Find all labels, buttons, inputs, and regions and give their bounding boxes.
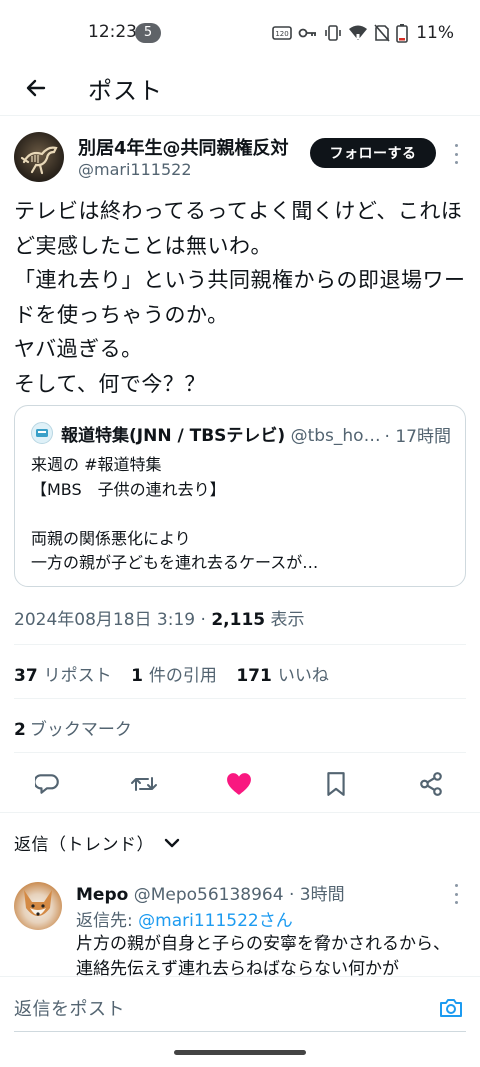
avatar[interactable] xyxy=(14,132,64,182)
reply-avatar[interactable] xyxy=(14,882,62,930)
reply-to-line: 返信先: @mari111522さん xyxy=(76,906,293,931)
dinosaur-skeleton-icon xyxy=(20,146,58,175)
bookmarks-count: 2 xyxy=(14,720,26,740)
reply-button[interactable] xyxy=(32,768,64,800)
quotes-stat[interactable]: 1 件の引用 xyxy=(131,666,217,686)
repost-button[interactable] xyxy=(128,768,160,800)
engagement-stats: 37 リポスト 1 件の引用 171 いいね xyxy=(14,661,343,686)
hd-voice-icon: 120 xyxy=(272,26,293,40)
reply-header: Mepo @Mepo56138964 · 3時間 xyxy=(76,880,345,905)
likes-stat[interactable]: 171 いいね xyxy=(236,666,329,686)
share-button[interactable] xyxy=(415,768,447,800)
camera-button[interactable] xyxy=(436,993,466,1023)
divider xyxy=(14,752,466,753)
vibrate-icon xyxy=(325,25,342,41)
post-datetime: 2024年08月18日 3:19 xyxy=(14,610,196,630)
author-handle[interactable]: @mari111522 xyxy=(78,160,192,179)
post-action-bar xyxy=(0,764,480,804)
follow-button[interactable]: フォローする xyxy=(310,138,436,168)
likes-count: 171 xyxy=(236,666,272,686)
back-button[interactable] xyxy=(20,72,52,104)
reply-input[interactable]: 返信をポスト xyxy=(14,995,125,1021)
top-app-bar: ポスト xyxy=(0,60,480,116)
reply-time: · 3時間 xyxy=(288,885,345,905)
composer-underline xyxy=(14,1031,466,1032)
quoted-post-card[interactable]: 報道特集(JNN / TBSテレビ) @tbs_ho… · 17時間 来週の #… xyxy=(14,405,466,587)
page-title: ポスト xyxy=(88,77,163,105)
bookmark-icon xyxy=(327,772,345,796)
reply-text: 片方の親が自身と子らの安寧を脅かされるから、連絡先伝えず連れ去らねばならない何か… xyxy=(76,934,450,978)
bookmarks-label: ブックマーク xyxy=(29,720,132,740)
reply-sort-label: 返信（トレンド） xyxy=(14,835,154,855)
no-sim-icon xyxy=(374,24,390,42)
reposts-stat[interactable]: 37 リポスト xyxy=(14,666,112,686)
reposts-label: リポスト xyxy=(43,666,112,686)
reply-author-name[interactable]: Mepo xyxy=(76,885,128,905)
camera-icon xyxy=(440,999,462,1017)
status-icons: 120 11% xyxy=(272,21,454,45)
notification-count-badge: 5 xyxy=(135,23,161,43)
arrow-left-icon xyxy=(26,79,46,97)
quotes-label: 件の引用 xyxy=(148,666,217,686)
views-label: 表示 xyxy=(270,610,305,630)
chevron-down-icon xyxy=(164,838,180,847)
svg-text:120: 120 xyxy=(276,30,289,38)
reply-post[interactable]: Mepo @Mepo56138964 · 3時間 返信先: @mari11152… xyxy=(14,878,466,978)
reply-author-handle[interactable]: @Mepo56138964 xyxy=(134,885,284,905)
divider xyxy=(0,812,480,813)
quoted-author-handle: @tbs_ho… xyxy=(290,426,381,446)
status-bar: 12:23 5 120 11% xyxy=(0,0,480,64)
quoted-avatar xyxy=(31,422,53,444)
divider xyxy=(14,698,466,699)
reply-composer: 返信をポスト xyxy=(0,976,480,1067)
quoted-author-name: 報道特集(JNN / TBSテレビ) xyxy=(61,426,286,446)
divider xyxy=(14,644,466,645)
post-text: テレビは終わってるってよく聞くけど、これほど実感したことは無いわ。 「連れ去り」… xyxy=(14,199,466,396)
quoted-post-text: 来週の #報道特集 【MBS 子供の連れ去り】 両親の関係悪化により 一方の親が… xyxy=(31,455,319,572)
meta-separator: · xyxy=(200,610,212,630)
quotes-count: 1 xyxy=(131,666,143,686)
bookmark-button[interactable] xyxy=(320,768,352,800)
tv-logo-icon xyxy=(36,429,48,437)
quoted-post-time: · 17時間 xyxy=(380,422,451,447)
battery-percentage: 11% xyxy=(416,23,454,43)
key-icon xyxy=(298,28,317,38)
reposts-count: 37 xyxy=(14,666,38,686)
wifi-icon xyxy=(349,25,368,40)
post-author-row: 別居4年生@共同親権反対 @mari111522 フォローする xyxy=(14,130,466,186)
views-count: 2,115 xyxy=(211,610,266,630)
like-button[interactable] xyxy=(223,768,255,800)
reply-more-options-icon[interactable] xyxy=(450,884,462,904)
more-options-icon[interactable] xyxy=(450,144,462,164)
heart-filled-icon xyxy=(227,773,251,795)
status-time: 12:23 xyxy=(88,22,137,42)
fox-icon xyxy=(24,890,52,916)
repost-icon xyxy=(131,777,157,791)
likes-label: いいね xyxy=(277,666,329,686)
reply-to-mention[interactable]: @mari111522さん xyxy=(138,911,293,931)
home-indicator[interactable] xyxy=(174,1050,306,1055)
reply-to-prefix: 返信先: xyxy=(76,911,139,931)
battery-icon xyxy=(396,24,409,43)
share-icon xyxy=(420,772,442,796)
reply-bubble-icon xyxy=(35,774,59,794)
post-meta: 2024年08月18日 3:19 · 2,115 表示 xyxy=(14,605,305,630)
author-name[interactable]: 別居4年生@共同親権反対 xyxy=(78,134,289,160)
reply-sort-dropdown[interactable]: 返信（トレンド） xyxy=(14,830,180,855)
bookmarks-stat[interactable]: 2 ブックマーク xyxy=(14,715,132,740)
